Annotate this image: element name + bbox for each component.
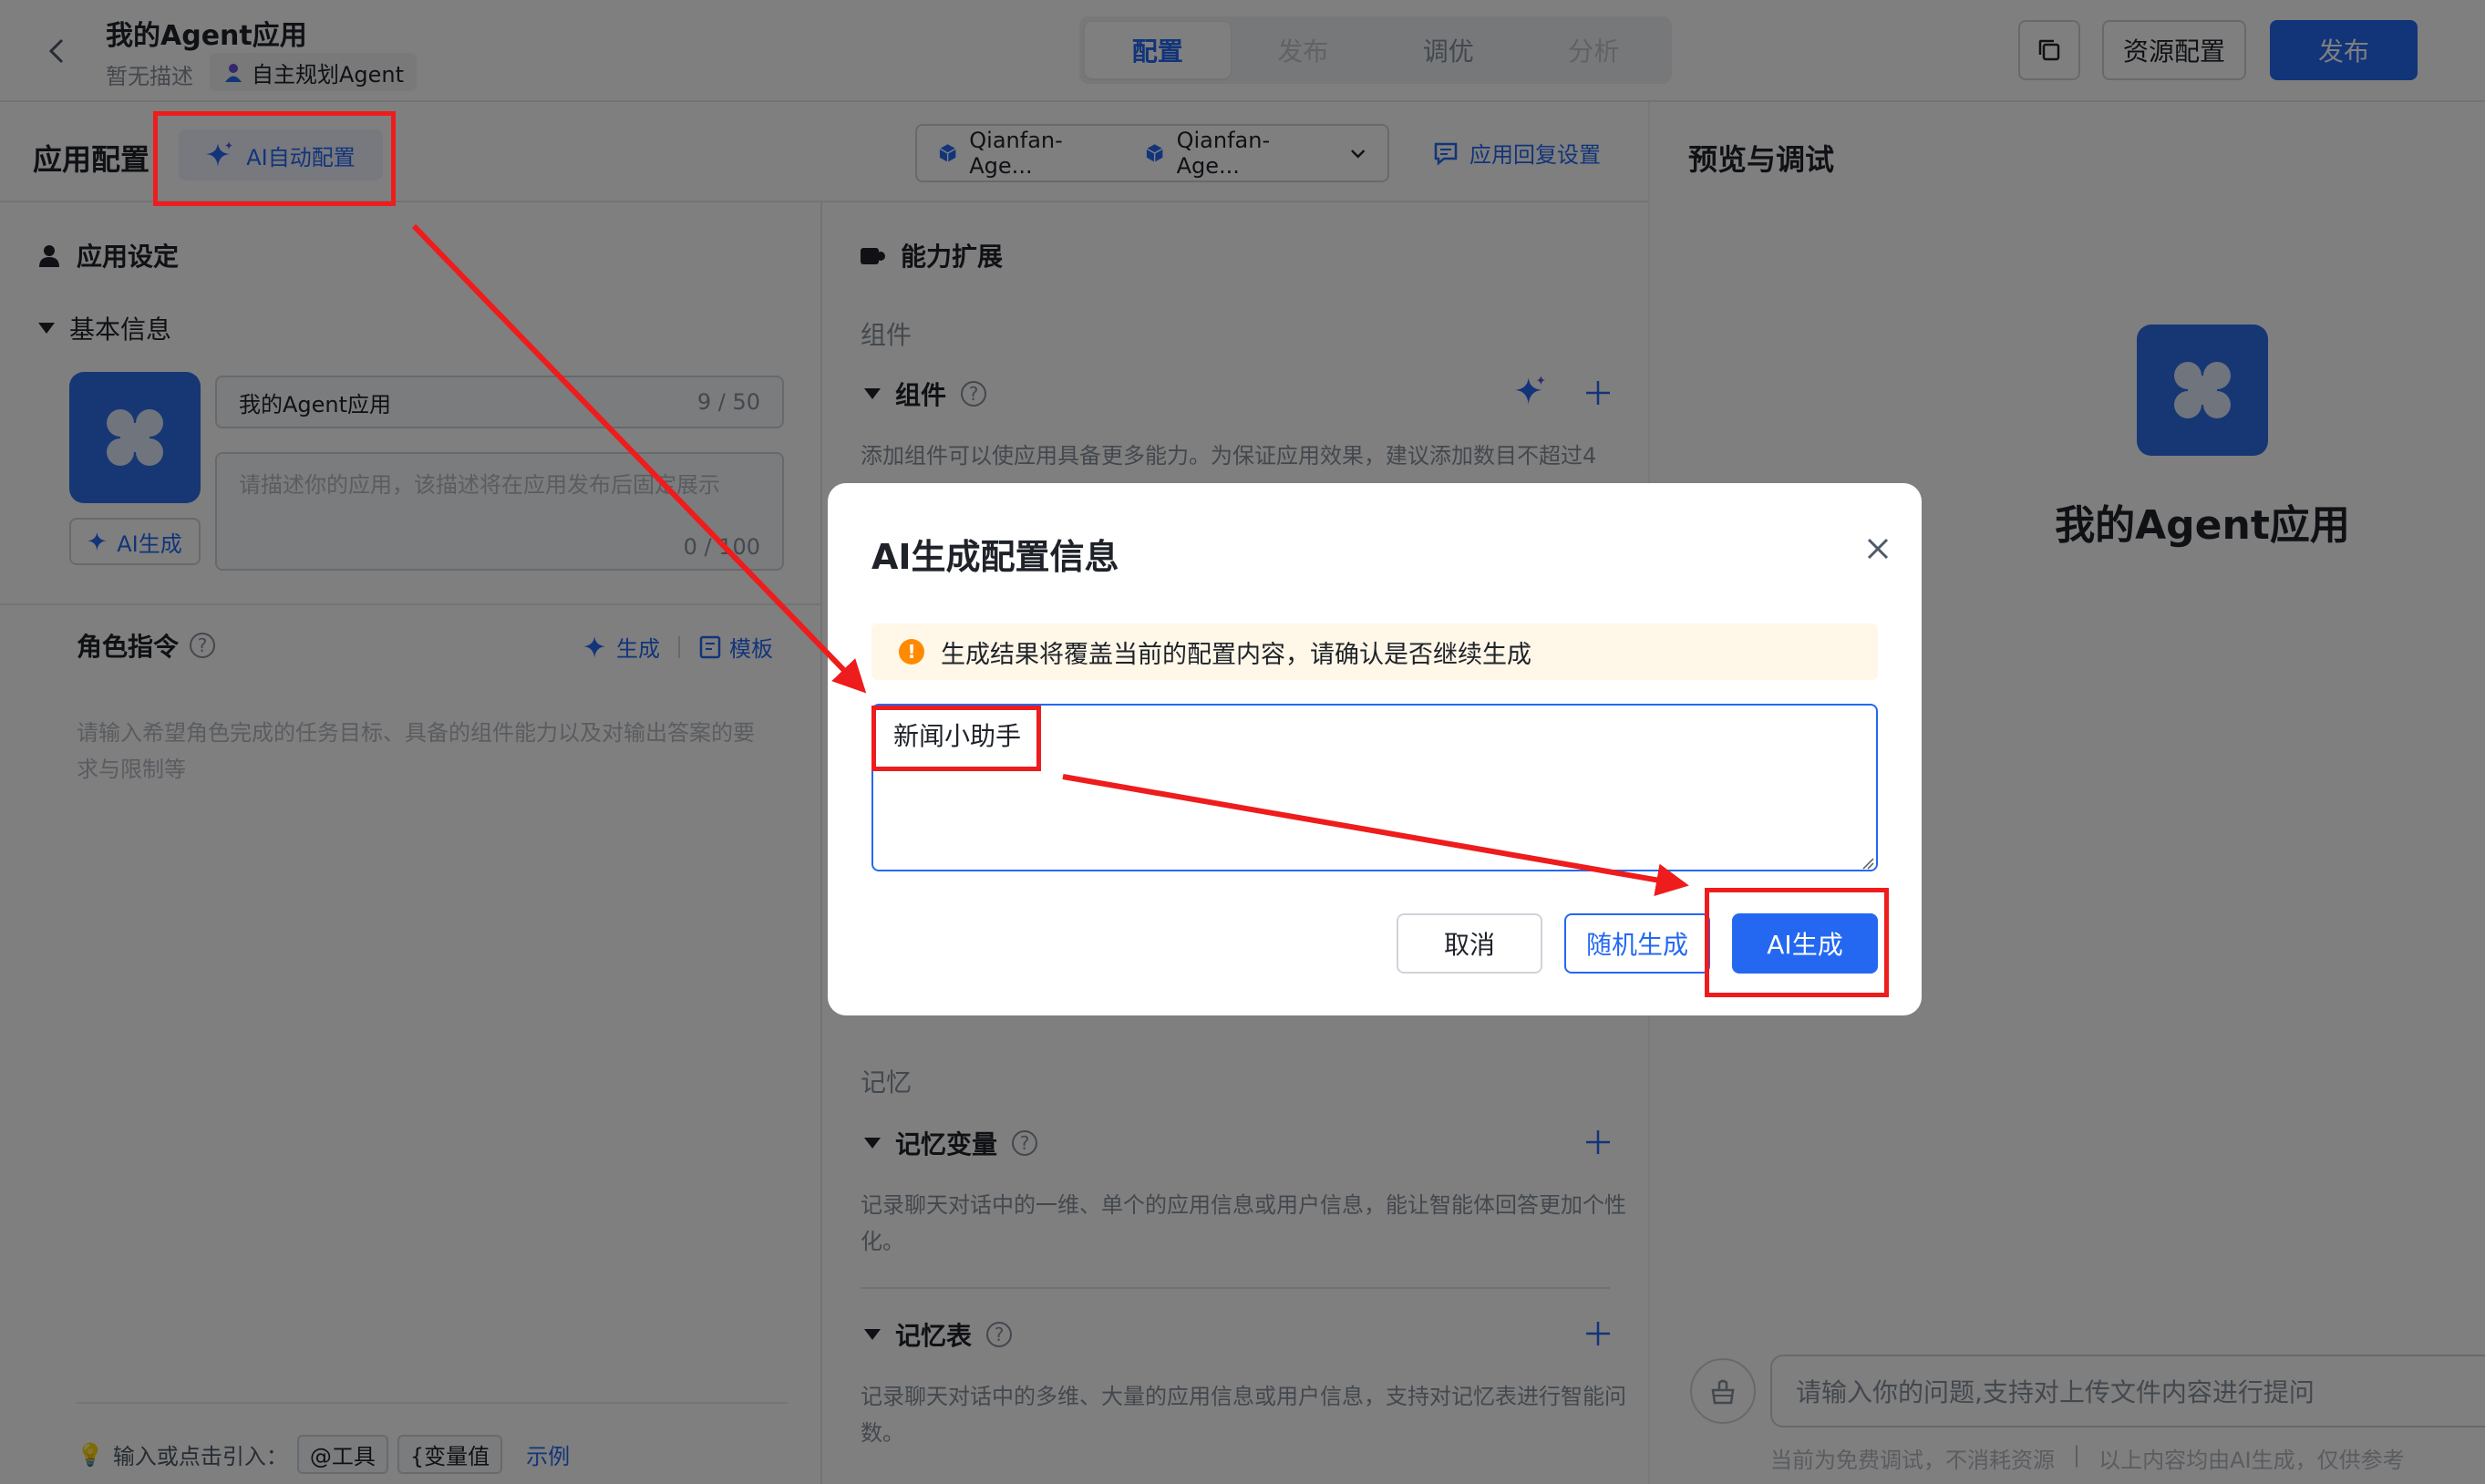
warning-banner: ! 生成结果将覆盖当前的配置内容，请确认是否继续生成	[871, 623, 1878, 680]
warning-icon: !	[899, 639, 924, 665]
warning-text: 生成结果将覆盖当前的配置内容，请确认是否继续生成	[941, 640, 1531, 669]
annotation-box-ai-generate	[1705, 888, 1889, 997]
cancel-button[interactable]: 取消	[1397, 913, 1542, 974]
dialog-title: AI生成配置信息	[871, 537, 1119, 577]
annotation-box-input	[871, 706, 1041, 771]
close-icon[interactable]	[1863, 534, 1892, 563]
random-generate-button[interactable]: 随机生成	[1564, 913, 1710, 974]
annotation-box-ai-auto-config	[153, 111, 396, 206]
resize-grip-icon[interactable]	[1861, 857, 1874, 870]
